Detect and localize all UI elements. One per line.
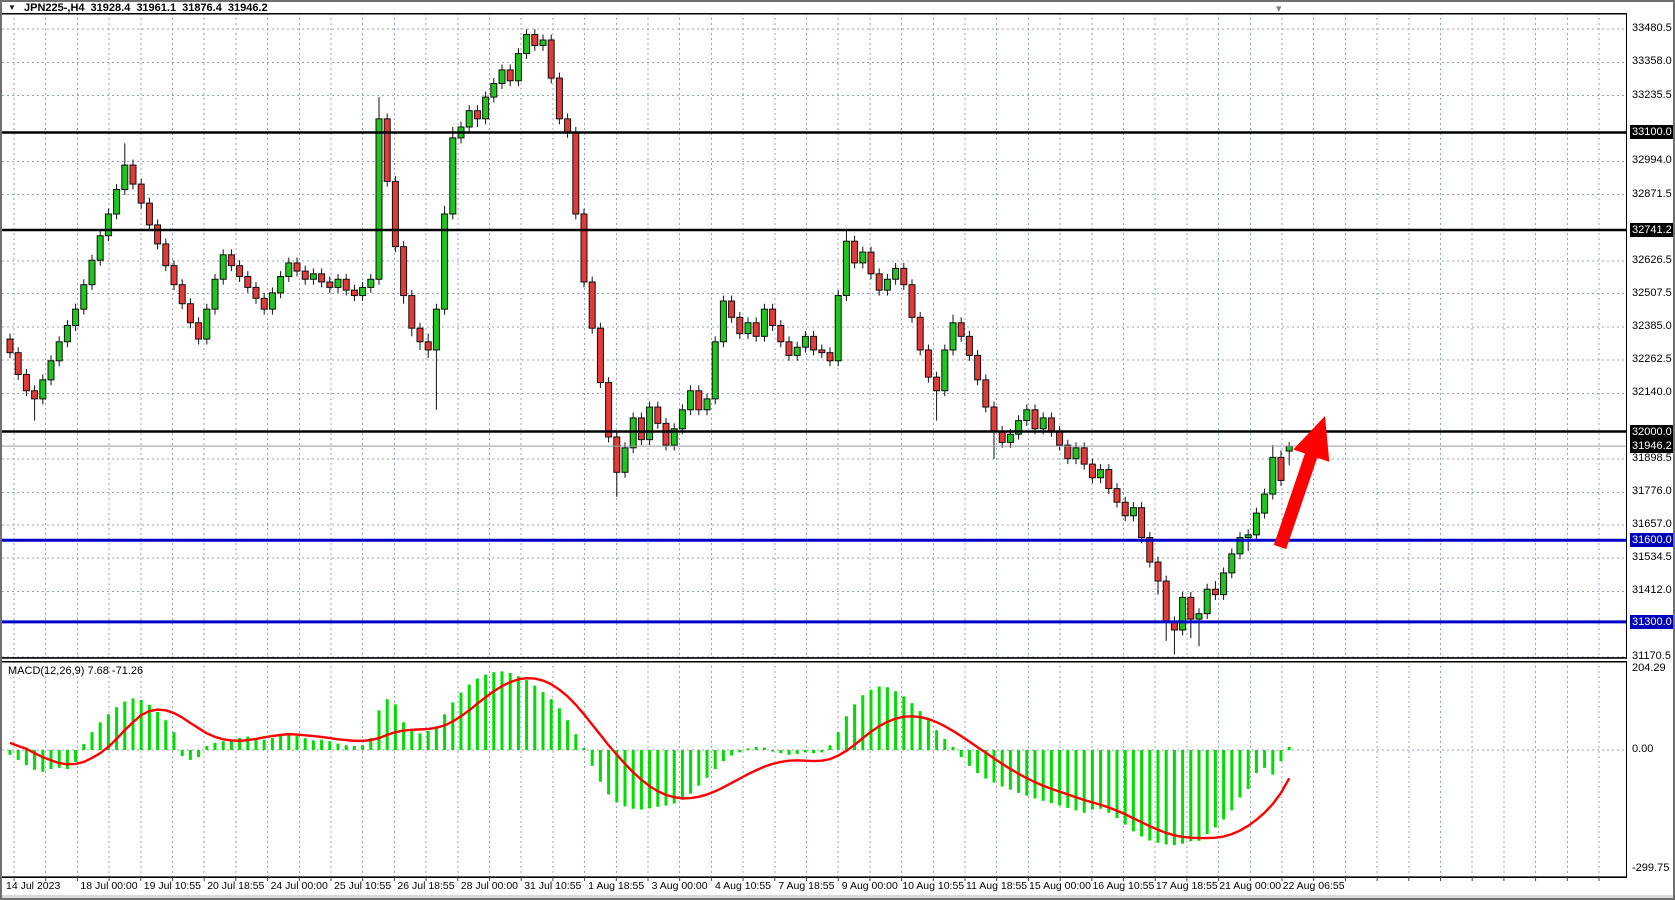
price-tick-label: 31776.0	[1632, 485, 1672, 497]
price-tick-label: 31412.0	[1632, 584, 1672, 596]
time-axis-label: 14 Jul 2023	[6, 880, 60, 892]
time-axis-label: 21 Aug 00:00	[1219, 880, 1281, 892]
price-line-badge: 32000.0	[1630, 425, 1675, 439]
price-tick-label: 31534.5	[1632, 551, 1672, 563]
price-line-badge: 31946.2	[1630, 439, 1675, 453]
time-axis-label: 31 Jul 10:55	[524, 880, 581, 892]
candlesticks	[7, 29, 1292, 654]
time-axis-label: 1 Aug 18:55	[588, 880, 644, 892]
time-axis-label: 11 Aug 18:55	[966, 880, 1027, 892]
price-line-badge: 32741.2	[1630, 223, 1675, 237]
macd-gridlines	[2, 661, 1627, 878]
time-axis-label: 19 Jul 10:55	[144, 880, 201, 892]
chart-title-bar: ▼ JPN225-,H431928.431961.131876.431946.2	[0, 0, 1675, 13]
price-line-badge: 31600.0	[1630, 533, 1675, 547]
price-tick-label: 31898.5	[1632, 452, 1672, 464]
macd-tick-label: -299.75	[1632, 862, 1669, 874]
price-tick-label: 32994.0	[1632, 154, 1672, 166]
macd-indicator-pane[interactable]: MACD(12,26,9) 7.68 -71.26	[2, 661, 1627, 878]
time-axis-label: 4 Aug 10:55	[715, 880, 771, 892]
time-axis-ticks	[2, 877, 1627, 881]
macd-tick-label: 0.00	[1632, 743, 1653, 755]
time-axis-label: 9 Aug 00:00	[842, 880, 898, 892]
time-axis-label: 7 Aug 18:55	[778, 880, 834, 892]
time-axis-label: 3 Aug 00:00	[652, 880, 708, 892]
time-axis: 14 Jul 2023 18 Jul 00:00 19 Jul 10:55 20 Ju…	[2, 880, 1627, 895]
macd-tick-label: 204.29	[1632, 662, 1666, 674]
time-axis-label: 20 Jul 18:55	[207, 880, 264, 892]
macd-histogram	[9, 671, 1291, 845]
price-tick-label: 33480.5	[1632, 22, 1672, 34]
chart-window: ▼ JPN225-,H431928.431961.131876.431946.2…	[0, 0, 1675, 900]
price-tick-label: 32385.0	[1632, 320, 1672, 332]
macd-indicator-label: MACD(12,26,9) 7.68 -71.26	[8, 665, 143, 677]
price-chart-pane[interactable]	[2, 13, 1627, 659]
time-axis-label: 18 Jul 00:00	[80, 880, 137, 892]
price-tick-label: 32262.5	[1632, 353, 1672, 365]
time-axis-label: 24 Jul 00:00	[271, 880, 328, 892]
price-tick-label: 32626.5	[1632, 254, 1672, 266]
price-tick-label: 33358.0	[1632, 55, 1672, 67]
price-tick-label: 32140.0	[1632, 386, 1672, 398]
macd-axis: 204.29 0.00 -299.75	[1630, 661, 1675, 878]
time-axis-label: 15 Aug 00:00	[1029, 880, 1091, 892]
time-axis-label: 17 Aug 18:55	[1156, 880, 1218, 892]
time-axis-label: 25 Jul 10:55	[334, 880, 391, 892]
price-tick-label: 32871.5	[1632, 188, 1672, 200]
window-bottom-edge	[0, 895, 1675, 900]
time-axis-label: 16 Aug 10:55	[1092, 880, 1154, 892]
price-axis: 33480.5 33358.0 33235.5 32994.0 32871.5 32626…	[1630, 13, 1675, 659]
time-axis-label: 28 Jul 00:00	[461, 880, 518, 892]
price-line-badge: 33100.0	[1630, 125, 1675, 139]
time-axis-label: 22 Aug 06:55	[1283, 880, 1345, 892]
symbol-dropdown-icon[interactable]: ▼	[8, 3, 16, 12]
chart-shift-marker-icon: ▾	[1276, 2, 1282, 15]
price-tick-label: 31657.0	[1632, 518, 1672, 530]
time-axis-label: 26 Jul 18:55	[397, 880, 454, 892]
price-tick-label: 32507.5	[1632, 287, 1672, 299]
time-axis-label: 10 Aug 10:55	[902, 880, 964, 892]
trend-arrow[interactable]	[1280, 416, 1329, 547]
price-line-badge: 31300.0	[1630, 615, 1675, 629]
price-tick-label: 33235.5	[1632, 89, 1672, 101]
